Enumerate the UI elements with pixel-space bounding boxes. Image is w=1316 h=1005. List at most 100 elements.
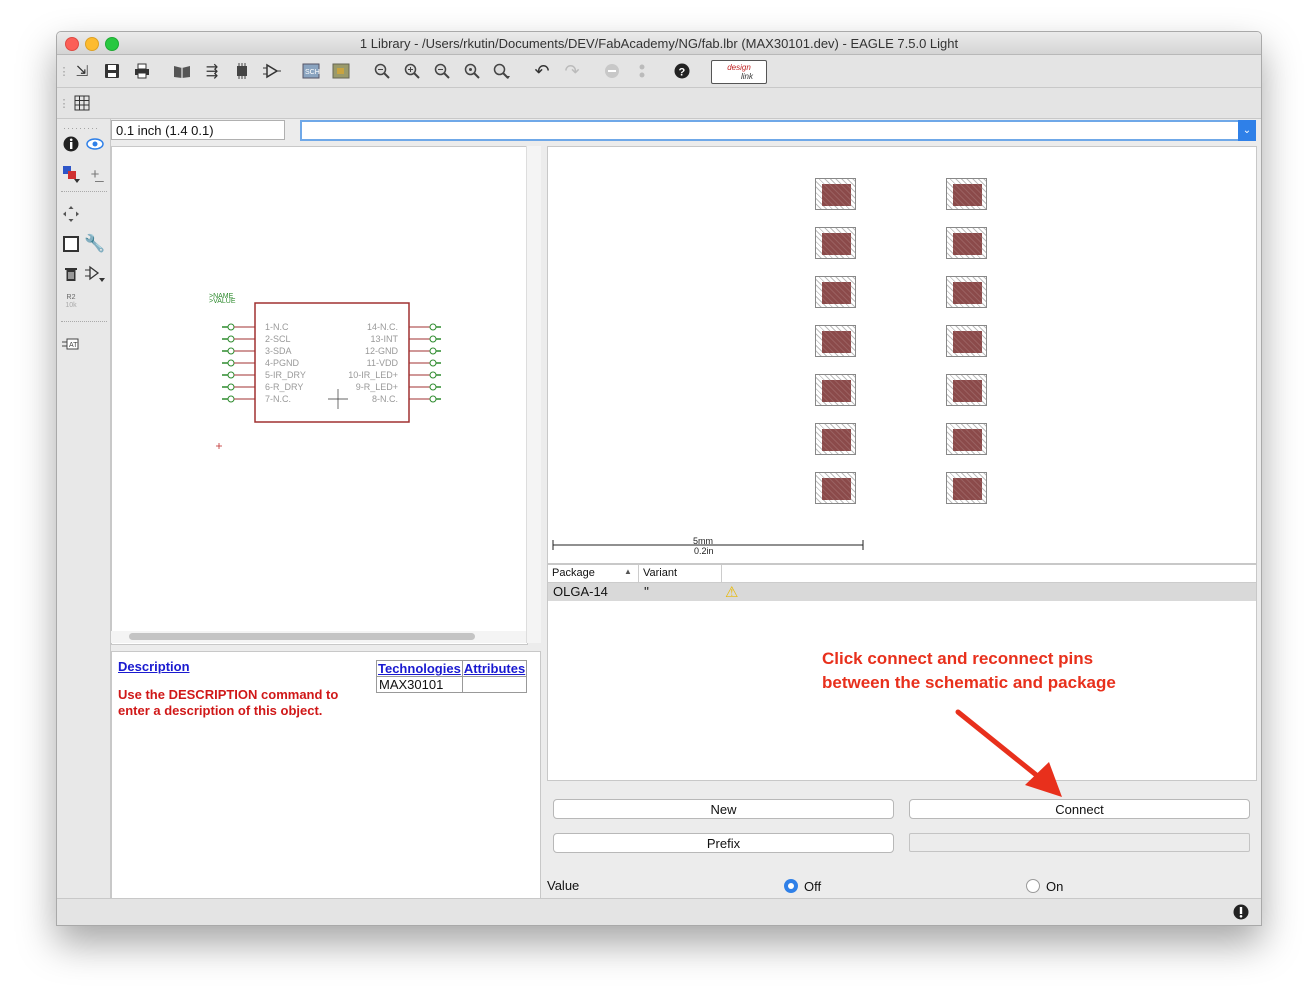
- zoom-select-icon[interactable]: [491, 61, 513, 81]
- add-gate-icon[interactable]: [84, 263, 106, 285]
- symbol-preview-pane[interactable]: >NAME >VALUE 1-N.C 2-SCL 3-SDA 4-PGND 5-IR_D…: [111, 146, 528, 645]
- mark-icon[interactable]: +̲: [84, 163, 106, 185]
- symbol-vertical-scrollbar[interactable]: [526, 146, 541, 643]
- value-off-label[interactable]: Off: [804, 879, 821, 894]
- smd-pad[interactable]: [815, 325, 856, 357]
- pin-label: 5-IR_DRY: [265, 370, 306, 380]
- print-icon[interactable]: [131, 61, 153, 81]
- pad-copper: [822, 429, 851, 451]
- schematic-editor-icon[interactable]: SCH: [301, 61, 323, 81]
- variant-cell: '': [644, 584, 649, 599]
- stop-icon[interactable]: [601, 61, 623, 81]
- status-bar: [57, 898, 1261, 925]
- value-on-radio[interactable]: [1026, 879, 1040, 893]
- title-bar: 1 Library - /Users/rkutin/Documents/DEV/…: [57, 32, 1261, 55]
- pin-label: 13-INT: [370, 334, 398, 344]
- zoom-fit-icon[interactable]: [371, 61, 393, 81]
- toolbar-grip-icon: ⋮: [58, 97, 70, 110]
- toolbar-separator: [61, 191, 107, 192]
- smd-pad[interactable]: [815, 227, 856, 259]
- right-pin: 10-IR_LED+: [348, 370, 441, 380]
- pad-copper: [822, 331, 851, 353]
- main-toolbar: ⋮ ⇲ ⇶ SCH ↶ ↷ ? design link: [57, 55, 1261, 88]
- board-editor-icon[interactable]: [331, 61, 353, 81]
- value-on-label[interactable]: On: [1046, 879, 1063, 894]
- smd-pad[interactable]: [946, 276, 987, 308]
- smd-pad[interactable]: [946, 423, 987, 455]
- warning-icon: ⚠: [725, 584, 739, 601]
- zoom-out-icon[interactable]: [431, 61, 453, 81]
- pad-copper: [953, 429, 982, 451]
- new-button[interactable]: New: [553, 799, 894, 819]
- undo-icon[interactable]: ↶: [531, 61, 553, 81]
- smd-pad[interactable]: [815, 276, 856, 308]
- name-value-icon[interactable]: R2 10k: [60, 291, 82, 313]
- table-row[interactable]: OLGA-14 '' ⚠: [548, 583, 1256, 601]
- right-pin: 11-VDD: [367, 358, 441, 368]
- chip-icon[interactable]: [231, 61, 253, 81]
- package-cell: OLGA-14: [553, 584, 608, 599]
- help-icon[interactable]: ?: [671, 61, 693, 81]
- variants-header-row: Package ▲ Variant: [548, 565, 1256, 583]
- column-header-variant[interactable]: Variant: [643, 567, 677, 579]
- command-line-input[interactable]: ⌄: [300, 120, 1256, 141]
- package-preview-pane[interactable]: 5mm 0.2in: [547, 146, 1257, 564]
- parameter-toolbar: ⋮: [57, 88, 1261, 119]
- pad-copper: [953, 478, 982, 500]
- technologies-header-link[interactable]: Technologies: [376, 660, 463, 677]
- prefix-field[interactable]: [909, 833, 1250, 852]
- smd-pad[interactable]: [946, 325, 987, 357]
- library-book-icon[interactable]: [171, 61, 193, 81]
- column-header-package[interactable]: Package: [552, 567, 595, 579]
- value-off-radio[interactable]: [784, 879, 798, 893]
- redo-icon[interactable]: ↷: [561, 61, 583, 81]
- save-icon[interactable]: [101, 61, 123, 81]
- gate-icon[interactable]: [261, 61, 283, 81]
- grid-icon[interactable]: [71, 93, 93, 113]
- attributes-header-link[interactable]: Attributes: [461, 660, 528, 677]
- pad-copper: [953, 380, 982, 402]
- display-layers-icon[interactable]: [60, 163, 82, 185]
- attribute-cell: [461, 676, 528, 693]
- design-link-text-top: design: [727, 63, 751, 72]
- move-icon[interactable]: [60, 203, 82, 225]
- design-link-button[interactable]: design link: [711, 60, 767, 84]
- delete-trash-icon[interactable]: [60, 263, 82, 285]
- smd-pad[interactable]: [815, 178, 856, 210]
- symbol-horizontal-scrollbar[interactable]: [111, 631, 526, 643]
- left-pin: 5-IR_DRY: [222, 370, 306, 380]
- frame-icon[interactable]: [60, 233, 82, 255]
- pad-copper: [822, 233, 851, 255]
- smd-pad[interactable]: [946, 227, 987, 259]
- description-panel: Description Use the DESCRIPTION command …: [111, 651, 541, 899]
- go-icon[interactable]: [631, 61, 653, 81]
- smd-pad[interactable]: [815, 374, 856, 406]
- technology-cell: MAX30101: [376, 676, 463, 693]
- smd-pad[interactable]: [815, 423, 856, 455]
- attribute-icon[interactable]: AT: [60, 333, 82, 355]
- pad-copper: [822, 380, 851, 402]
- connect-button[interactable]: Connect: [909, 799, 1250, 819]
- info-icon[interactable]: [60, 133, 82, 155]
- smd-pad[interactable]: [946, 178, 987, 210]
- prefix-button[interactable]: Prefix: [553, 833, 894, 853]
- chevron-down-icon[interactable]: ⌄: [1238, 120, 1256, 141]
- stop-alert-icon[interactable]: [1233, 904, 1249, 923]
- command-toolbar: ········· +̲ 🔧 R2 10k AT: [57, 119, 111, 898]
- smd-pad[interactable]: [946, 472, 987, 504]
- show-eye-icon[interactable]: [84, 133, 106, 155]
- description-link[interactable]: Description: [118, 659, 190, 674]
- smd-pad[interactable]: [815, 472, 856, 504]
- pad-copper: [822, 184, 851, 206]
- pin-label: 11-VDD: [367, 358, 399, 368]
- wrench-icon[interactable]: 🔧: [84, 233, 106, 255]
- smd-pad[interactable]: [946, 374, 987, 406]
- open-icon[interactable]: ⇲: [71, 61, 93, 81]
- pinswap-icon[interactable]: ⇶: [201, 61, 223, 81]
- scrollbar-thumb[interactable]: [129, 633, 475, 640]
- zoom-in-icon[interactable]: [401, 61, 423, 81]
- pad-copper: [953, 331, 982, 353]
- zoom-redraw-icon[interactable]: [461, 61, 483, 81]
- scale-mm-label: 5mm: [693, 536, 713, 546]
- pin-label: 8-N.C.: [372, 394, 398, 404]
